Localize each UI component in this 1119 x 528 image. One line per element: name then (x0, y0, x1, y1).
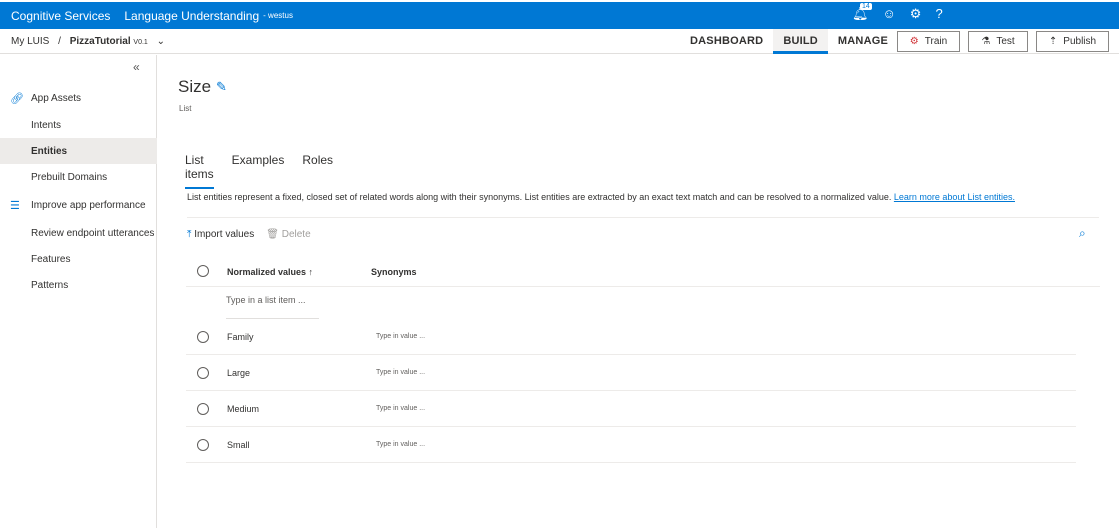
breadcrumb: My LUIS / PizzaTutorial V0.1 ⌄ (11, 36, 165, 47)
label: Entities (31, 145, 68, 157)
synonyms-input[interactable]: Type in value ... (376, 441, 425, 448)
learn-more-link[interactable]: Learn more about List entities. (894, 192, 1015, 202)
delete-button[interactable]: 🗑︎ Delete (266, 229, 310, 240)
sliders-icon: ☰ (10, 199, 20, 212)
notification-badge: 14 (860, 3, 872, 10)
notifications-bell-icon[interactable]: 🔔︎ 14 (852, 3, 872, 22)
brand[interactable]: Cognitive Services (11, 9, 110, 23)
crumb-app[interactable]: PizzaTutorial (70, 36, 131, 47)
app-title[interactable]: Language Understanding (124, 9, 259, 23)
trash-icon: 🗑︎ (266, 229, 279, 240)
label: Review endpoint utterances (31, 227, 155, 239)
tab-roles[interactable]: Roles (302, 153, 333, 189)
delete-label: Delete (281, 229, 311, 240)
sidebar-item-app-assets[interactable]: 🔗︎ App Assets (0, 85, 157, 111)
row-value[interactable]: Large (227, 368, 250, 378)
upload-icon: ⤒ (187, 229, 192, 240)
link-icon: 🔗︎ (10, 92, 24, 105)
select-all-radio[interactable] (197, 265, 209, 277)
table-row[interactable]: Large Type in value ... (186, 355, 1076, 391)
top-bar: Cognitive Services Language Understandin… (0, 2, 1119, 29)
synonyms-input[interactable]: Type in value ... (376, 333, 425, 340)
row-radio[interactable] (197, 367, 209, 379)
publish-label: Publish (1063, 36, 1097, 47)
description-text: List entities represent a fixed, closed … (187, 192, 892, 202)
label: Patterns (31, 279, 69, 291)
import-values-button[interactable]: ⤒ Import values (187, 229, 254, 240)
col-normalized-values[interactable]: Normalized values ↑ (227, 267, 313, 277)
edit-pencil-icon[interactable]: ✎ (216, 79, 227, 95)
gears-icon: ⚙ (909, 36, 919, 47)
synonyms-input[interactable]: Type in value ... (376, 369, 425, 376)
version: V0.1 (133, 39, 148, 46)
entity-type: List (179, 104, 192, 113)
sidebar-item-entities[interactable]: Entities (0, 138, 157, 164)
row-value[interactable]: Medium (227, 404, 259, 414)
test-button[interactable]: ⚗ Test (968, 31, 1028, 52)
synonyms-input[interactable]: Type in value ... (376, 405, 425, 412)
col-synonyms: Synonyms (371, 267, 417, 277)
sidebar-item-intents[interactable]: Intents (0, 112, 157, 138)
chevron-down-icon[interactable]: ⌄ (157, 36, 165, 47)
collapse-icon[interactable]: « (133, 60, 140, 74)
sidebar-item-features[interactable]: Features (0, 246, 157, 272)
settings-gear-icon[interactable]: ⚙ (910, 6, 922, 22)
tab-build[interactable]: BUILD (773, 29, 828, 54)
tab-list-items[interactable]: List items (185, 153, 214, 189)
table-row[interactable]: Medium Type in value ... (186, 391, 1076, 427)
app-nav: My LUIS / PizzaTutorial V0.1 ⌄ DASHBOARD… (0, 29, 1119, 54)
label: Intents (31, 119, 62, 131)
sidebar-item-improve[interactable]: ☰ Improve app performance (0, 192, 157, 218)
publish-button[interactable]: ⇡ Publish (1036, 31, 1109, 52)
new-list-item-input[interactable]: Type in a list item ... (226, 295, 319, 319)
label: Prebuilt Domains (31, 171, 108, 183)
feedback-smiley-icon[interactable]: ☺ (883, 6, 896, 22)
row-radio[interactable] (197, 331, 209, 343)
tab-manage[interactable]: MANAGE (828, 29, 898, 54)
search-icon[interactable]: ⌕ (1079, 226, 1086, 241)
entity-title: Size (178, 77, 212, 96)
region: - westus (263, 11, 293, 20)
row-value[interactable]: Family (227, 332, 254, 342)
description: List entities represent a fixed, closed … (187, 192, 1015, 202)
train-button[interactable]: ⚙ Train (897, 31, 960, 52)
label: App Assets (31, 92, 82, 104)
tab-dashboard[interactable]: DASHBOARD (680, 29, 773, 54)
publish-icon: ⇡ (1048, 36, 1058, 47)
row-value[interactable]: Small (227, 440, 250, 450)
table-header: Normalized values ↑ Synonyms (186, 260, 1100, 287)
row-radio[interactable] (197, 403, 209, 415)
label: Improve app performance (31, 199, 146, 211)
label: Features (31, 253, 71, 265)
table-row[interactable]: Family Type in value ... (186, 319, 1076, 355)
test-label: Test (996, 36, 1015, 47)
train-label: Train (924, 36, 948, 47)
sidebar-item-prebuilt-domains[interactable]: Prebuilt Domains (0, 164, 157, 190)
sidebar-item-patterns[interactable]: Patterns (0, 272, 157, 298)
crumb-sep: / (58, 36, 61, 47)
table-row[interactable]: Small Type in value ... (186, 427, 1076, 463)
crumb-my-luis[interactable]: My LUIS (11, 36, 49, 47)
flask-icon: ⚗ (981, 36, 991, 47)
import-label: Import values (194, 229, 255, 240)
row-radio[interactable] (197, 439, 209, 451)
sidebar-item-review-endpoint[interactable]: Review endpoint utterances (0, 220, 157, 246)
sidebar: « 🔗︎ App Assets Intents Entities Prebuilt… (0, 55, 157, 528)
help-icon[interactable]: ? (935, 6, 942, 22)
tab-examples[interactable]: Examples (232, 153, 285, 189)
